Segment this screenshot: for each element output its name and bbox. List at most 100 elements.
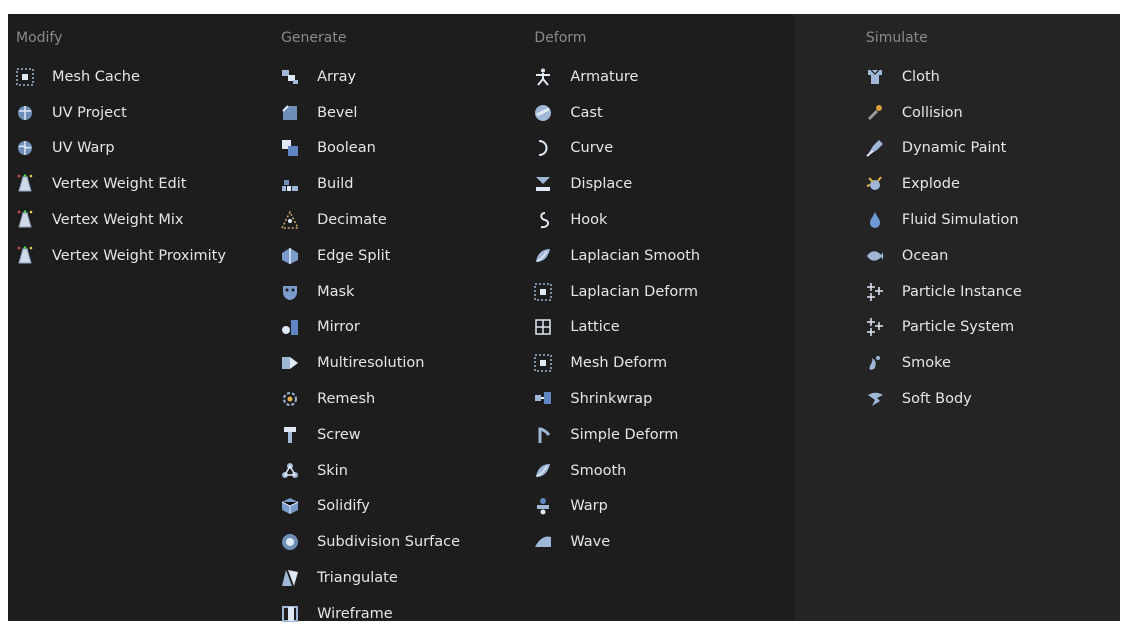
menu-item-explode[interactable]: Explode [864,166,1120,202]
menu-item-vertex-weight-edit[interactable]: Vertex Weight Edit [14,166,270,202]
wave-icon [532,531,554,553]
menu-item-laplacian-smooth[interactable]: Laplacian Smooth [532,238,794,274]
menu-item-label: Hook [570,212,608,229]
particles-icon [864,316,886,338]
edge-split-icon [279,245,301,267]
displace-icon [532,173,554,195]
column-modify: Modify Mesh Cache UV Project UV Warp Vertex … [8,14,270,621]
menu-item-label: Explode [901,176,960,193]
menu-item-skin[interactable]: Skin [279,453,532,489]
menu-item-uv-project[interactable]: UV Project [14,95,270,131]
menu-item-wireframe[interactable]: Wireframe [279,596,532,632]
menu-item-collision[interactable]: Collision [864,95,1120,131]
menu-item-mesh-cache[interactable]: Mesh Cache [14,59,270,95]
menu-item-label: Wireframe [317,605,393,622]
menu-item-simple-deform[interactable]: Simple Deform [532,417,794,453]
menu-item-label: Cloth [901,68,940,85]
armature-icon [532,66,554,88]
menu-item-vertex-weight-mix[interactable]: Vertex Weight Mix [14,202,270,238]
menu-item-label: Mask [317,283,355,300]
menu-item-boolean[interactable]: Boolean [279,131,532,167]
menu-item-solidify[interactable]: Solidify [279,489,532,525]
menu-item-multiresolution[interactable]: Multiresolution [279,345,532,381]
column-title: Simulate [865,30,928,46]
curve-icon [532,137,554,159]
menu-item-mask[interactable]: Mask [279,274,532,310]
mask-icon [279,281,301,303]
menu-item-label: Multiresolution [317,355,425,372]
menu-item-uv-warp[interactable]: UV Warp [14,131,270,167]
vertex-weight-icon [14,173,36,195]
menu-item-label: Mesh Cache [52,68,140,85]
menu-item-label: Particle System [901,319,1015,336]
menu-item-decimate[interactable]: Decimate [279,202,532,238]
menu-item-warp[interactable]: Warp [532,489,794,525]
array-icon [279,66,301,88]
menu-item-label: Vertex Weight Proximity [52,247,226,264]
menu-item-label: Particle Instance [901,283,1022,300]
add-modifier-menu: Modify Mesh Cache UV Project UV Warp Vertex … [8,14,1120,622]
menu-item-array[interactable]: Array [279,59,532,95]
menu-item-armature[interactable]: Armature [532,59,794,95]
menu-item-build[interactable]: Build [279,166,532,202]
menu-item-triangulate[interactable]: Triangulate [279,560,532,596]
menu-item-soft-body[interactable]: Soft Body [864,381,1120,417]
cloth-icon [864,66,886,88]
menu-item-particle-system[interactable]: Particle System [864,310,1120,346]
explode-icon [864,173,886,195]
menu-item-shrinkwrap[interactable]: Shrinkwrap [532,381,794,417]
menu-item-label: Decimate [317,212,387,229]
menu-item-screw[interactable]: Screw [279,417,532,453]
menu-item-smooth[interactable]: Smooth [532,453,794,489]
mesh-deform-icon [532,281,554,303]
menu-item-cast[interactable]: Cast [532,95,794,131]
menu-item-bevel[interactable]: Bevel [279,95,532,131]
menu-item-label: Array [317,68,357,85]
smoke-icon [864,352,886,374]
collision-icon [864,102,886,124]
menu-item-mirror[interactable]: Mirror [279,310,532,346]
menu-item-subdivision-surface[interactable]: Subdivision Surface [279,524,532,560]
soft-body-icon [864,388,886,410]
menu-item-label: Dynamic Paint [901,140,1007,157]
mirror-icon [279,316,301,338]
menu-item-dynamic-paint[interactable]: Dynamic Paint [864,131,1120,167]
menu-item-smoke[interactable]: Smoke [864,345,1120,381]
menu-item-remesh[interactable]: Remesh [279,381,532,417]
menu-item-displace[interactable]: Displace [532,166,794,202]
menu-item-label: Build [317,176,354,193]
menu-item-label: Smooth [570,462,627,479]
column-simulate: Simulate Cloth Collision Dynamic Paint Explo… [793,14,1120,621]
fluid-icon [864,209,886,231]
menu-item-particle-instance[interactable]: Particle Instance [864,274,1120,310]
menu-item-label: Smoke [901,355,951,372]
column-title: Modify [16,30,63,46]
menu-item-mesh-deform[interactable]: Mesh Deform [532,345,794,381]
menu-item-ocean[interactable]: Ocean [864,238,1120,274]
mesh-deform-icon [532,352,554,374]
menu-item-edge-split[interactable]: Edge Split [279,238,532,274]
decimate-icon [279,209,301,231]
wireframe-icon [279,603,301,625]
menu-item-label: Collision [901,104,963,121]
menu-item-hook[interactable]: Hook [532,202,794,238]
screw-icon [279,424,301,446]
skin-icon [279,460,301,482]
menu-item-vertex-weight-proximity[interactable]: Vertex Weight Proximity [14,238,270,274]
warp-icon [532,495,554,517]
menu-item-laplacian-deform[interactable]: Laplacian Deform [532,274,794,310]
subdivision-surface-icon [279,531,301,553]
menu-item-wave[interactable]: Wave [532,524,794,560]
menu-item-lattice[interactable]: Lattice [532,310,794,346]
menu-item-fluid-simulation[interactable]: Fluid Simulation [864,202,1120,238]
menu-item-label: Bevel [317,104,358,121]
vertex-weight-icon [14,209,36,231]
cast-icon [532,102,554,124]
triangulate-icon [279,567,301,589]
menu-item-cloth[interactable]: Cloth [864,59,1120,95]
menu-item-label: UV Project [52,104,127,121]
menu-item-label: UV Warp [52,140,115,157]
uv-warp-icon [14,137,36,159]
menu-item-curve[interactable]: Curve [532,131,794,167]
menu-item-label: Fluid Simulation [901,212,1019,229]
